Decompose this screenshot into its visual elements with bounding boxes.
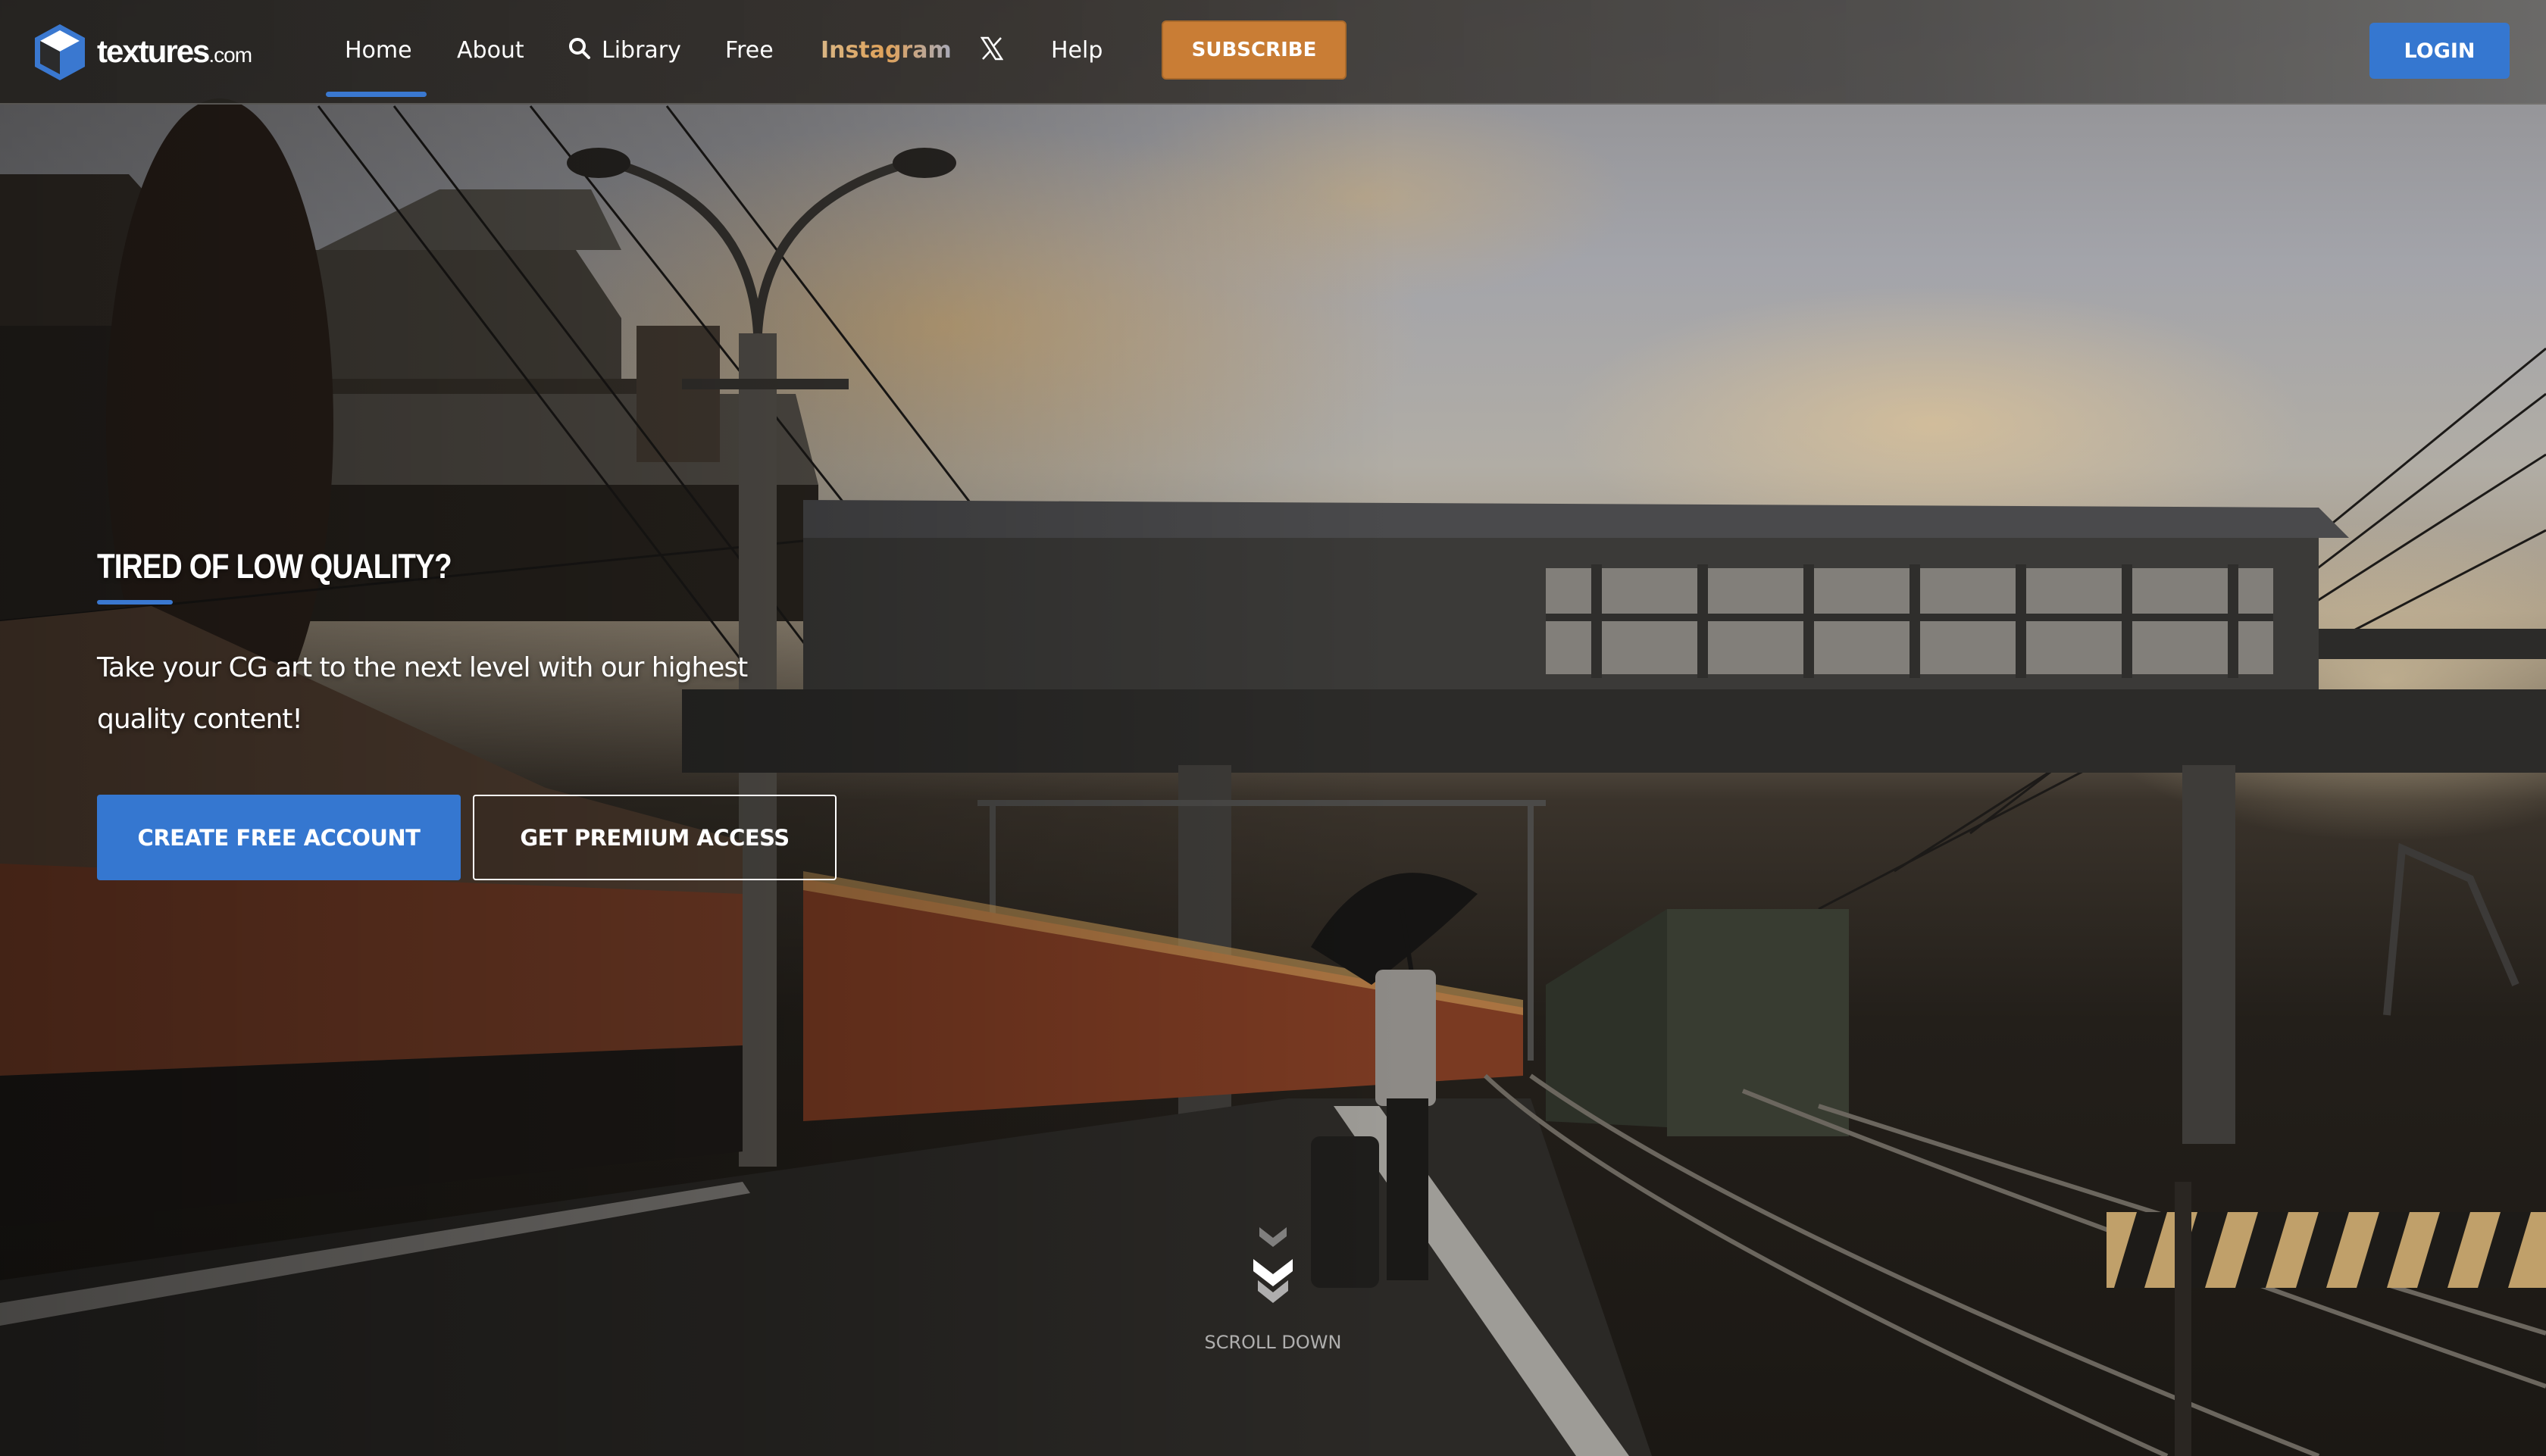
hero-section: TIRED OF LOW QUALITY? Take your CG art t… [0, 0, 2546, 1456]
hero-headline: TIRED OF LOW QUALITY? [97, 547, 452, 586]
scroll-down-indicator[interactable]: SCROLL DOWN [1182, 1212, 1364, 1364]
hazard-barrier [2107, 1182, 2546, 1456]
top-navigation-bar: textures.com Home About Library Free Ins… [0, 0, 2546, 105]
logo-wordmark-name: textures [97, 33, 210, 69]
nav-item-library-label: Library [602, 37, 681, 64]
subscribe-button[interactable]: SUBSCRIBE [1162, 20, 1347, 80]
nav-item-instagram[interactable]: Instagram [821, 32, 952, 70]
chevrons-down-icon [1253, 1227, 1293, 1303]
headline-accent-bar [97, 600, 173, 605]
search-icon [568, 34, 591, 59]
x-icon [980, 35, 1004, 61]
nav-item-x[interactable] [980, 32, 1004, 70]
site-logo[interactable]: textures.com [33, 23, 252, 80]
logo-wordmark-suffix: .com [208, 43, 252, 67]
nav-item-about[interactable]: About [457, 32, 524, 70]
scroll-down-label: SCROLL DOWN [1204, 1332, 1342, 1353]
get-premium-access-button[interactable]: GET PREMIUM ACCESS [473, 795, 837, 880]
crane [2383, 842, 2519, 1016]
cube-logo-icon [35, 24, 85, 80]
right-locomotive [1546, 909, 1849, 1136]
nav-item-home[interactable]: Home [345, 32, 412, 70]
nav-item-library[interactable]: Library [568, 32, 681, 70]
hero-subtext: Take your CG art to the next level with … [97, 652, 748, 735]
nav-active-indicator [326, 92, 427, 97]
logo-wordmark: textures.com [97, 33, 252, 70]
nav-item-help[interactable]: Help [1051, 32, 1103, 70]
login-button[interactable]: LOGIN [2369, 23, 2510, 79]
nav-item-free[interactable]: Free [725, 32, 774, 70]
create-free-account-button[interactable]: CREATE FREE ACCOUNT [97, 795, 461, 880]
